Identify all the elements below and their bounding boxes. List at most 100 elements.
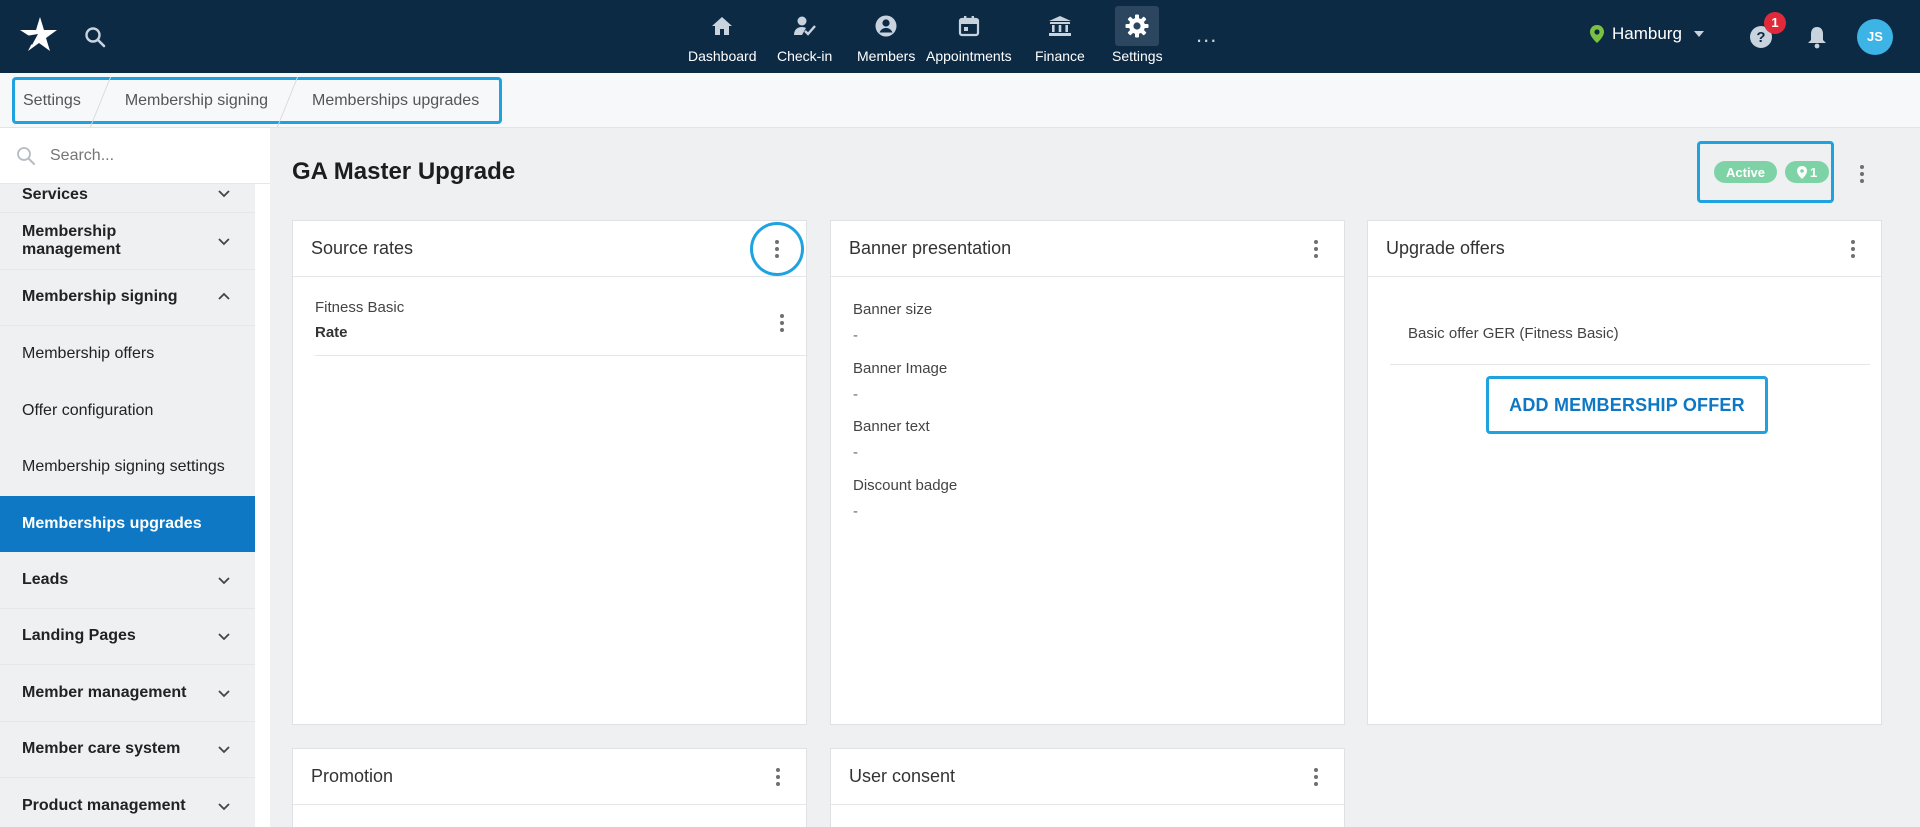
members-icon	[864, 6, 908, 46]
sidebar-item-offer-configuration[interactable]: Offer configuration	[0, 382, 255, 439]
checkin-icon	[783, 6, 827, 46]
sidebar: Services Membership management Membershi…	[0, 128, 270, 827]
nav-dashboard[interactable]: Dashboard	[688, 6, 757, 68]
nav-label: Dashboard	[688, 48, 757, 64]
nav-finance[interactable]: Finance	[1035, 6, 1085, 68]
sidebar-item-membership-signing-settings[interactable]: Membership signing settings	[0, 439, 255, 496]
status-group: Active 1	[1697, 141, 1834, 203]
banner-text-field: Banner text -	[853, 418, 930, 461]
sidebar-item-member-care-system[interactable]: Member care system	[0, 721, 255, 778]
sidebar-item-member-management[interactable]: Member management	[0, 665, 255, 722]
sidebar-menu: Services Membership management Membershi…	[0, 184, 255, 827]
location-pin-icon	[1797, 165, 1808, 179]
status-badge: Active	[1714, 161, 1778, 183]
bell-icon[interactable]	[1805, 25, 1829, 49]
gear-icon	[1115, 6, 1160, 46]
sidebar-item-product-management[interactable]: Product management	[0, 778, 255, 827]
nav-settings[interactable]: Settings	[1112, 6, 1163, 68]
location-count-badge[interactable]: 1	[1785, 161, 1830, 183]
sidebar-item-label: Services	[22, 186, 88, 203]
banner-more-icon[interactable]	[1306, 233, 1326, 265]
promotion-card: Promotion	[292, 748, 807, 827]
card-title: Promotion	[311, 766, 394, 786]
top-bar: Dashboard Check-in Members Appointments …	[0, 0, 1920, 73]
sidebar-item-leads[interactable]: Leads	[0, 552, 255, 609]
rate-name: Fitness Basic	[315, 299, 405, 316]
sidebar-item-membership-offers[interactable]: Membership offers	[0, 326, 255, 383]
user-avatar[interactable]: JS	[1857, 19, 1893, 55]
chevron-down-icon	[218, 190, 230, 198]
chevron-down-icon	[218, 690, 230, 698]
card-title: Banner presentation	[849, 238, 1012, 258]
sidebar-item-label: Member care system	[22, 740, 181, 758]
field-value: -	[853, 503, 858, 520]
banner-presentation-card: Banner presentation Banner size - Banner…	[830, 220, 1345, 725]
nav-label: Finance	[1035, 48, 1085, 64]
rate-more-icon[interactable]	[776, 309, 788, 337]
sidebar-item-services[interactable]: Services	[0, 184, 255, 213]
breadcrumb-bar: Settings Membership signing Memberships …	[0, 73, 1920, 128]
caret-down-icon	[1693, 31, 1704, 37]
sidebar-item-membership-signing[interactable]: Membership signing	[0, 269, 255, 326]
sidebar-item-label: Offer configuration	[22, 401, 154, 419]
chevron-up-icon	[218, 292, 230, 300]
offer-row[interactable]: Basic offer GER (Fitness Basic)	[1390, 303, 1870, 365]
sidebar-item-memberships-upgrades[interactable]: Memberships upgrades	[0, 495, 255, 552]
nav-check-in[interactable]: Check-in	[777, 6, 832, 68]
user-consent-more-icon[interactable]	[1306, 761, 1326, 793]
search-icon	[17, 146, 35, 165]
home-icon	[700, 6, 744, 46]
chevron-down-icon	[218, 238, 230, 245]
page-title: GA Master Upgrade	[292, 158, 516, 185]
sidebar-item-label: Membership signing settings	[22, 458, 225, 476]
page-more-options-icon[interactable]	[1855, 158, 1869, 190]
sidebar-item-landing-pages[interactable]: Landing Pages	[0, 608, 255, 665]
source-rates-more-icon[interactable]	[750, 221, 804, 276]
nav-label: Appointments	[926, 48, 1012, 64]
logo-star-icon[interactable]	[18, 15, 58, 55]
nav-members[interactable]: Members	[857, 6, 915, 68]
field-label: Banner text	[853, 418, 930, 435]
card-header: Promotion	[293, 749, 806, 805]
promotion-more-icon[interactable]	[768, 761, 788, 793]
banner-image-field: Banner Image -	[853, 360, 947, 403]
location-name: Hamburg	[1612, 24, 1682, 43]
add-membership-offer-button[interactable]: ADD MEMBERSHIP OFFER	[1486, 376, 1768, 434]
upgrade-offers-more-icon[interactable]	[1843, 233, 1863, 265]
svg-text:?: ?	[1756, 29, 1765, 46]
sidebar-item-membership-management[interactable]: Membership management	[0, 213, 255, 270]
breadcrumb-membership-signing[interactable]: Membership signing	[101, 80, 288, 121]
sidebar-item-label: Leads	[22, 570, 69, 588]
bank-icon	[1038, 6, 1082, 46]
sidebar-search	[0, 128, 270, 184]
notification-badge: 1	[1764, 12, 1786, 34]
discount-badge-field: Discount badge -	[853, 477, 957, 520]
offer-name: Basic offer GER (Fitness Basic)	[1408, 325, 1619, 342]
card-header: Upgrade offers	[1368, 221, 1881, 277]
card-title: Source rates	[311, 238, 414, 258]
card-title: Upgrade offers	[1386, 238, 1505, 258]
sidebar-item-label: Memberships upgrades	[22, 514, 202, 532]
field-value: -	[853, 386, 858, 403]
nav-label: Check-in	[777, 48, 833, 64]
upgrade-offers-card: Upgrade offers Basic offer GER (Fitness …	[1367, 220, 1882, 725]
card-header: Source rates	[293, 221, 806, 277]
card-title: User consent	[849, 766, 956, 786]
search-icon[interactable]	[84, 26, 106, 48]
nav-appointments[interactable]: Appointments	[926, 6, 1012, 68]
breadcrumb: Settings Membership signing Memberships …	[12, 77, 503, 124]
field-value: -	[853, 327, 858, 344]
chevron-down-icon	[218, 577, 230, 585]
breadcrumb-settings[interactable]: Settings	[23, 80, 101, 121]
more-menu-icon[interactable]: ...	[1196, 22, 1217, 48]
banner-size-field: Banner size -	[853, 301, 932, 344]
sidebar-scroll-rail[interactable]	[255, 184, 270, 827]
field-label: Banner Image	[853, 360, 948, 377]
field-value: -	[853, 444, 858, 461]
location-selector[interactable]: Hamburg	[1590, 24, 1704, 44]
sidebar-item-label: Landing Pages	[22, 627, 136, 645]
calendar-icon	[947, 6, 991, 46]
breadcrumb-memberships-upgrades[interactable]: Memberships upgrades	[288, 80, 499, 121]
sidebar-item-label: Member management	[22, 683, 187, 701]
sidebar-search-input[interactable]	[50, 146, 250, 165]
